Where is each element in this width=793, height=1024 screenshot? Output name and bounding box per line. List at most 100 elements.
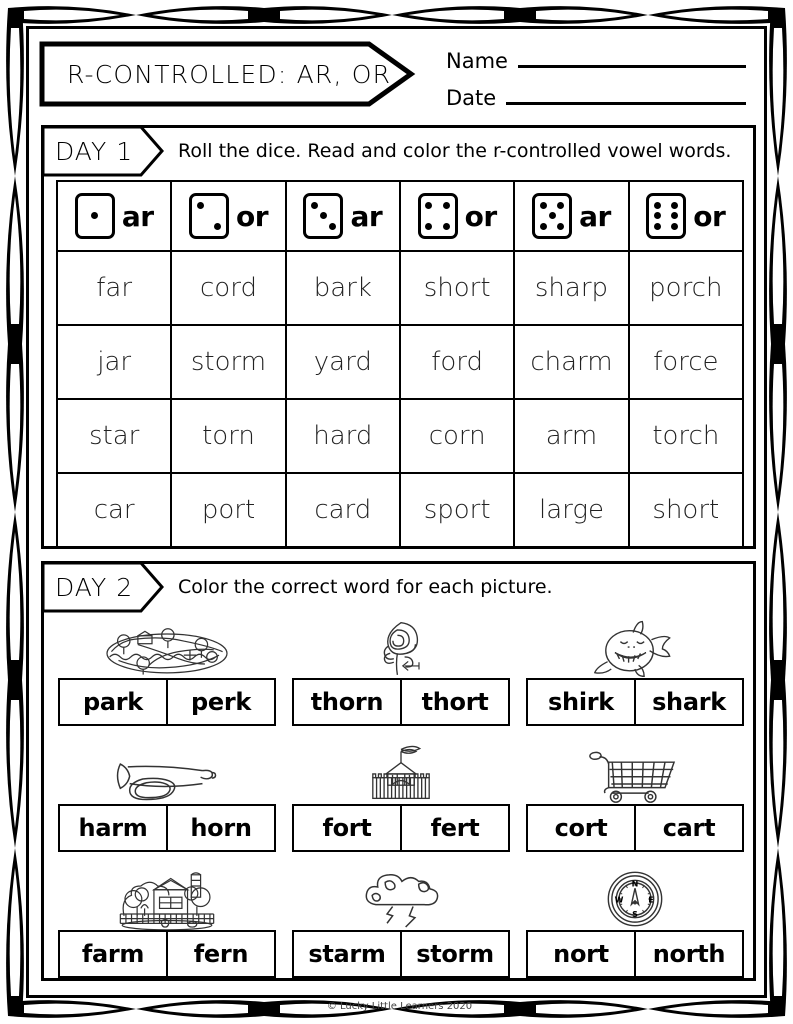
word-choice-option[interactable]: harm (60, 806, 166, 850)
die-pip (442, 201, 450, 209)
dice-header-cell-2: or (170, 180, 287, 252)
picture-word-row: harm horn fort fert cort cart (58, 740, 744, 852)
word-choice-option[interactable]: cart (634, 806, 742, 850)
picture-word-group: cort cart (526, 740, 744, 852)
day1-section: DAY 1 Roll the dice. Read and color the … (41, 125, 756, 549)
die-pip (671, 201, 679, 209)
die-and-label: or (630, 193, 742, 239)
word-cell[interactable]: force (627, 324, 745, 400)
word-choice-option[interactable]: thorn (294, 680, 400, 724)
word-cell[interactable]: far (55, 250, 173, 326)
word-cell[interactable]: short (398, 250, 516, 326)
die-face-5 (532, 193, 573, 239)
name-input-line[interactable] (517, 64, 746, 68)
farm-picture (111, 866, 223, 930)
die-pip (654, 212, 662, 220)
picture-word-group: starm storm (292, 866, 510, 978)
word-choice-option[interactable]: starm (294, 932, 400, 976)
die-column-label: or (693, 199, 726, 233)
die-pip (557, 201, 565, 209)
date-row: Date (446, 88, 746, 109)
compass-picture (603, 866, 667, 930)
word-choice-option[interactable]: thort (400, 680, 508, 724)
word-cell[interactable]: sport (398, 472, 516, 548)
fort-picture (354, 740, 448, 804)
word-choice-option[interactable]: farm (60, 932, 166, 976)
word-choice-option[interactable]: fert (400, 806, 508, 850)
word-cell[interactable]: large (513, 472, 630, 548)
die-pip (425, 201, 433, 209)
die-face-3 (303, 193, 344, 239)
die-column-label: ar (579, 199, 611, 233)
word-cell[interactable]: storm (170, 324, 287, 400)
word-cell[interactable]: arm (513, 398, 630, 474)
footer-copyright: © Lucky Little Learners 2020 (326, 1001, 473, 1012)
word-choice-pair: nort north (526, 930, 744, 978)
table-row: car port card sport large short (55, 472, 745, 548)
word-cell[interactable]: torch (627, 398, 745, 474)
word-choice-option[interactable]: nort (528, 932, 634, 976)
day2-tag-label: DAY 2 (55, 572, 134, 602)
word-cell[interactable]: port (170, 472, 287, 548)
picture-word-row: farm fern starm storm nort north (58, 866, 744, 978)
word-choice-option[interactable]: fort (294, 806, 400, 850)
die-pip (557, 223, 565, 231)
word-choice-pair: starm storm (292, 930, 510, 978)
word-choice-option[interactable]: north (634, 932, 742, 976)
word-cell[interactable]: car (55, 472, 173, 548)
word-cell[interactable]: ford (398, 324, 516, 400)
word-cell[interactable]: yard (284, 324, 401, 400)
word-choice-pair: farm fern (58, 930, 276, 978)
word-choice-option[interactable]: storm (400, 932, 508, 976)
day1-instruction: Roll the dice. Read and color the r-cont… (178, 140, 732, 162)
word-choice-pair: park perk (58, 678, 276, 726)
word-cell[interactable]: hard (284, 398, 401, 474)
date-input-line[interactable] (506, 101, 746, 105)
die-face-4 (417, 193, 458, 239)
word-choice-option[interactable]: shirk (528, 680, 634, 724)
word-choice-option[interactable]: fern (166, 932, 274, 976)
word-choice-option[interactable]: perk (166, 680, 274, 724)
word-cell[interactable]: corn (398, 398, 516, 474)
word-cell[interactable]: torn (170, 398, 287, 474)
picture-word-group: fort fert (292, 740, 510, 852)
word-choice-pair: fort fert (292, 804, 510, 852)
park-picture (92, 614, 242, 678)
word-cell[interactable]: charm (513, 324, 630, 400)
dice-header-cell-6: or (627, 180, 745, 252)
die-and-label: ar (515, 193, 627, 239)
rose-thorn-picture (365, 614, 437, 678)
word-cell[interactable]: sharp (513, 250, 630, 326)
die-pip (539, 223, 547, 231)
picture-word-group: nort north (526, 866, 744, 978)
word-choice-option[interactable]: horn (166, 806, 274, 850)
storm-cloud-picture (361, 866, 441, 930)
table-row: far cord bark short sharp porch (55, 250, 745, 326)
day2-tag: DAY 2 (41, 561, 165, 613)
horn-picture (111, 740, 223, 804)
die-pip (654, 223, 662, 231)
word-choice-option[interactable]: cort (528, 806, 634, 850)
die-face-1 (74, 193, 115, 239)
die-column-label: or (464, 199, 498, 233)
name-label: Name (446, 49, 508, 73)
die-pip (548, 212, 556, 220)
word-cell[interactable]: bark (284, 250, 401, 326)
word-choice-option[interactable]: shark (634, 680, 742, 724)
word-cell[interactable]: short (627, 472, 745, 548)
day2-instruction: Color the correct word for each picture. (178, 576, 553, 598)
date-label: Date (446, 86, 497, 110)
dice-header-row: ar or ar or ar or (55, 180, 745, 252)
word-cell[interactable]: cord (170, 250, 287, 326)
word-cell[interactable]: star (55, 398, 173, 474)
die-and-label: ar (58, 193, 170, 239)
shark-picture (593, 614, 677, 678)
word-cell[interactable]: card (284, 472, 401, 548)
word-cell[interactable]: jar (55, 324, 173, 400)
word-cell[interactable]: porch (627, 250, 745, 326)
dice-header-cell-3: ar (284, 180, 401, 252)
page-title: R-CONTROLLED: AR, OR (67, 59, 392, 89)
die-and-label: ar (287, 193, 399, 239)
word-choice-option[interactable]: park (60, 680, 166, 724)
die-pip (214, 223, 222, 231)
